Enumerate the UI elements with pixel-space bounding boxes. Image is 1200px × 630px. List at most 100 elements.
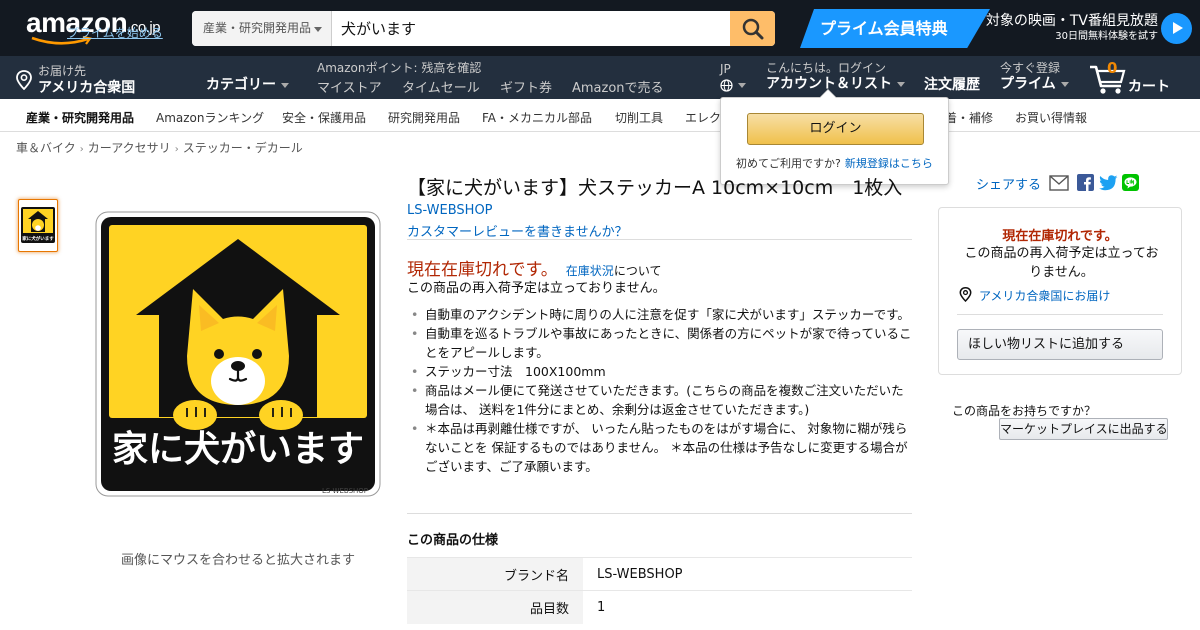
product-title: 【家に犬がいます】犬ステッカーA 10cm×10cm 1枚入: [407, 177, 902, 199]
cart-count: 0: [1107, 59, 1118, 77]
breadcrumb: 車＆バイク › カーアクセサリ › ステッカー・デカール: [16, 139, 303, 156]
sticker-credit-text: LS-WEBSHOP: [322, 487, 368, 495]
chevron-down-icon: [738, 83, 746, 88]
deliver-place: アメリカ合衆国: [38, 80, 136, 96]
sell-on-marketplace-button[interactable]: マーケットプレイスに出品する: [999, 418, 1168, 440]
subnav-item-safety[interactable]: 安全・保護用品: [282, 109, 366, 126]
location-pin-icon: [16, 70, 32, 90]
category-menu[interactable]: カテゴリー: [206, 74, 289, 94]
restock-notice: この商品の再入荷予定は立っておりません。: [407, 281, 666, 296]
sticker-thumbnail-image: 家に犬がいます: [21, 207, 55, 243]
chevron-right-icon: ›: [174, 144, 179, 155]
brand-link[interactable]: LS-WEBSHOP: [407, 203, 493, 218]
sticker-headline-text: 家に犬がいます: [112, 429, 364, 470]
email-icon[interactable]: [1049, 175, 1069, 191]
prime-video-banner[interactable]: プライム会員特典 対象の映画・TV番組見放題 30日間無料体験を試す: [800, 9, 1192, 48]
table-row: ブランド名 LS-WEBSHOP: [407, 557, 912, 591]
cart-button[interactable]: 0 カート: [1088, 59, 1188, 95]
divider: [407, 239, 912, 240]
feature-bullet: ステッカー寸法 100X100mm: [407, 362, 912, 381]
buybox-restock-notice: この商品の再入荷予定は立っておりません。: [964, 246, 1159, 280]
chevron-down-icon: [314, 27, 322, 32]
language-code: JP: [720, 62, 731, 76]
search-icon: [742, 18, 763, 39]
orders-link[interactable]: 注文履歴: [924, 74, 980, 94]
subnav-item-ranking[interactable]: Amazonランキング: [156, 109, 264, 126]
buybox-out-of-stock: 現在在庫切れです。: [1002, 229, 1118, 244]
login-button[interactable]: ログイン: [747, 113, 924, 145]
deliver-to-link[interactable]: アメリカ合衆国にお届け: [959, 287, 1110, 304]
breadcrumb-item[interactable]: カーアクセサリ: [88, 141, 171, 155]
subnav-item-repair[interactable]: 着・補修: [945, 109, 993, 126]
spec-value: LS-WEBSHOP: [583, 557, 912, 591]
play-icon: [1161, 13, 1192, 44]
start-prime-link[interactable]: プライムを始める: [67, 24, 163, 41]
dog-sticker-image: 家に犬がいます LS-WEBSHOP: [95, 211, 381, 497]
search-category-dropdown[interactable]: 産業・研究開発用品: [192, 11, 332, 46]
feature-bullet: 商品はメール便にて発送させていただきます。(こちらの商品を複数ご注文いただいた場…: [407, 381, 912, 419]
image-zoom-hint: 画像にマウスを合わせると拡大されます: [121, 553, 356, 568]
divider: [957, 314, 1163, 315]
account-greeting: こんにちは。ログイン: [766, 61, 887, 75]
buy-box: 現在在庫切れです。 この商品の再入荷予定は立っておりません。 アメリカ合衆国にお…: [938, 207, 1182, 375]
department-subnav: 産業・研究開発用品 Amazonランキング 安全・保護用品 研究開発用品 FA・…: [0, 99, 1200, 132]
breadcrumb-item[interactable]: ステッカー・デカール: [183, 141, 303, 155]
subnav-item-cutting-tools[interactable]: 切削工具: [615, 109, 663, 126]
amazon-points-link[interactable]: Amazonポイント: 残高を確認: [317, 59, 481, 76]
prime-label: プライム: [1000, 76, 1056, 92]
secondary-nav-bar: お届け先 アメリカ合衆国 カテゴリー Amazonポイント: 残高を確認 マイス…: [0, 56, 1200, 99]
prime-banner-subline: 30日間無料体験を試す: [1055, 31, 1158, 42]
sell-question: この商品をお持ちですか？: [952, 404, 1097, 418]
first-time-text: 初めてご利用ですか?: [736, 157, 841, 170]
share-link[interactable]: シェアする: [976, 174, 1041, 194]
line-icon[interactable]: [1122, 174, 1139, 191]
account-flyout: ログイン 初めてご利用ですか? 新規登録はこちら: [720, 89, 949, 185]
search-bar: 産業・研究開発用品: [192, 11, 775, 46]
stock-suffix: について: [613, 264, 662, 278]
feature-bullet: ＊本品は再剥離仕様ですが、 いったん貼ったものをはがす場合に、 対象物に糊が残ら…: [407, 419, 912, 476]
feature-bullets: 自動車のアクシデント時に周りの人に注意を促す「家に犬がいます」ステッカーです。 …: [407, 305, 912, 476]
search-button[interactable]: [730, 11, 775, 46]
cart-label: カート: [1128, 79, 1170, 95]
language-selector[interactable]: JP: [720, 62, 746, 92]
nav-link-giftcard[interactable]: ギフト券: [500, 77, 552, 96]
feature-bullet: 自動車を巡るトラブルや事故にあったときに、関係者の方にペットが家で待っていること…: [407, 324, 912, 362]
spec-value: 1: [583, 590, 912, 624]
location-pin-icon: [959, 287, 972, 302]
subnav-item-deals[interactable]: お買い得情報: [1015, 109, 1087, 126]
facebook-icon[interactable]: [1077, 174, 1094, 191]
deliver-to-text: アメリカ合衆国にお届け: [979, 289, 1111, 303]
stock-status-link[interactable]: 在庫状況: [566, 264, 614, 278]
globe-icon: [720, 79, 733, 92]
write-review-link[interactable]: カスタマーレビューを書きませんか？: [407, 221, 628, 240]
register-link[interactable]: 新規登録はこちら: [845, 157, 933, 170]
subnav-item-fa-mechanical[interactable]: FA・メカニカル部品: [482, 109, 592, 126]
prime-signup-label: 今すぐ登録: [1000, 61, 1061, 75]
breadcrumb-item[interactable]: 車＆バイク: [16, 141, 76, 155]
search-category-label: 産業・研究開発用品: [203, 21, 312, 35]
spec-key: 品目数: [407, 590, 583, 624]
spec-heading: この商品の仕様: [407, 533, 499, 548]
chevron-down-icon: [897, 81, 905, 87]
table-row: 品目数 1: [407, 590, 912, 624]
chevron-down-icon: [1060, 81, 1069, 87]
subnav-item-industrial[interactable]: 産業・研究開発用品: [26, 109, 134, 126]
chevron-down-icon: [281, 82, 289, 88]
prime-banner-headline: 対象の映画・TV番組見放題: [985, 13, 1158, 29]
category-label: カテゴリー: [206, 77, 276, 93]
product-thumbnail[interactable]: 家に犬がいます: [18, 199, 58, 252]
subnav-item-electronics[interactable]: エレク: [685, 109, 721, 126]
thumbnail-caption: 家に犬がいます: [22, 235, 54, 242]
nav-link-timesale[interactable]: タイムセール: [402, 77, 480, 96]
nav-link-sell[interactable]: Amazonで売る: [572, 77, 664, 96]
prime-menu[interactable]: 今すぐ登録 プライム: [1000, 62, 1069, 94]
twitter-icon[interactable]: [1099, 175, 1118, 191]
divider: [407, 513, 912, 514]
spec-key: ブランド名: [407, 557, 583, 591]
add-to-wishlist-button[interactable]: ほしい物リストに追加する: [957, 329, 1163, 360]
product-main-image[interactable]: 家に犬がいます LS-WEBSHOP: [95, 211, 381, 501]
nav-link-mystore[interactable]: マイストア: [317, 77, 382, 96]
subnav-item-research[interactable]: 研究開発用品: [388, 109, 460, 126]
search-input[interactable]: [333, 11, 731, 46]
spec-table: ブランド名 LS-WEBSHOP 品目数 1: [407, 557, 912, 624]
